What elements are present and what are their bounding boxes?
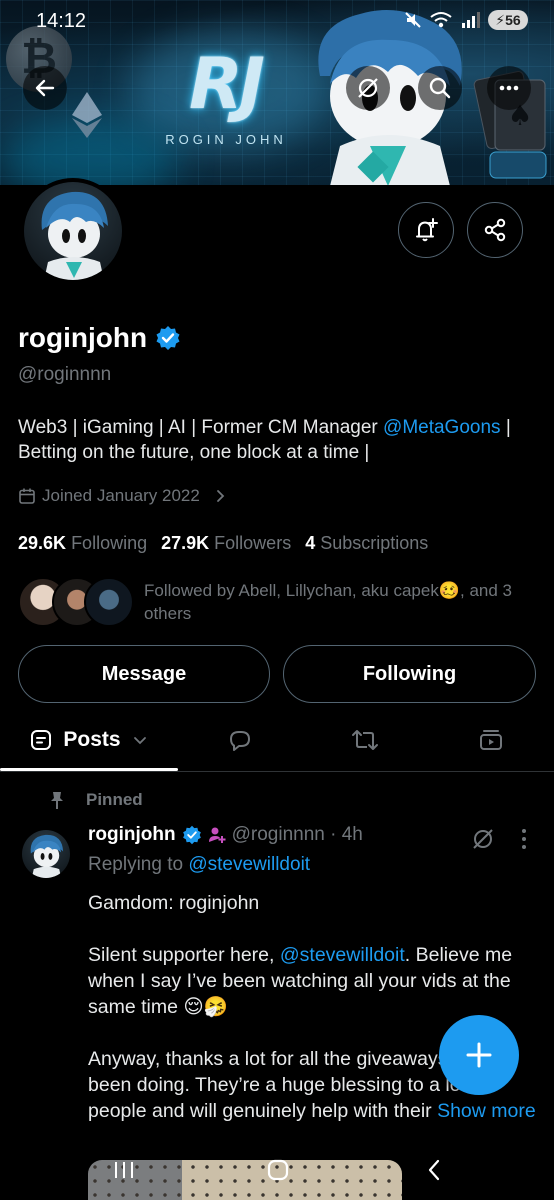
banner-logo-subtitle: ROGIN JOHN (165, 132, 287, 147)
tab-replies[interactable] (178, 712, 302, 768)
profile-stats: 29.6K Following 27.9K Followers 4 Subscr… (18, 533, 428, 554)
follower-avatar (84, 577, 134, 627)
verified-badge-icon (182, 825, 201, 845)
followed-by-text: Followed by Abell, Lillychan, aku capek🥴… (144, 581, 512, 623)
display-name: roginjohn (18, 322, 148, 353)
tabs-divider (0, 771, 554, 772)
message-button[interactable]: Message (18, 645, 270, 703)
back-button[interactable] (23, 66, 67, 110)
reply-icon (230, 731, 250, 751)
compose-post-button[interactable] (439, 1015, 519, 1095)
replying-to-link[interactable]: @stevewilldoit (188, 854, 310, 875)
notifications-button[interactable] (398, 202, 454, 258)
share-button[interactable] (467, 202, 523, 258)
home-icon (267, 1159, 289, 1181)
followers-stat[interactable]: 27.9K Followers (161, 533, 291, 554)
affiliate-icon (208, 827, 226, 843)
media-icon (480, 730, 502, 750)
following-button[interactable]: Following (283, 645, 536, 703)
calendar-icon (19, 488, 35, 504)
recent-apps-icon (115, 1162, 133, 1178)
tab-posts[interactable]: Posts (0, 712, 178, 768)
status-bar: 14:12 ⚡56 (0, 0, 554, 40)
replying-prefix: Replying to (88, 854, 189, 875)
back-arrow-icon (35, 79, 55, 97)
following-stat[interactable]: 29.6K Following (18, 533, 147, 554)
pinned-text: Pinned (86, 790, 143, 809)
bio-text-tail: | (500, 417, 511, 438)
verified-badge-icon (156, 326, 180, 350)
post-author-name[interactable]: roginjohn (88, 824, 176, 846)
more-icon (499, 85, 519, 91)
nav-back-icon (428, 1159, 440, 1181)
joined-date[interactable]: Joined January 2022 (18, 486, 228, 506)
tab-media[interactable] (428, 712, 554, 768)
pinned-label: Pinned (48, 790, 143, 810)
bio-mention-link[interactable]: @MetaGoons (383, 417, 501, 438)
profile-tabs: Posts (0, 712, 554, 772)
hide-button[interactable] (346, 66, 390, 110)
profile-bio: Web3 | iGaming | AI | Former CM Manager … (18, 415, 538, 465)
search-button[interactable] (418, 66, 462, 110)
bio-line-2: Betting on the future, one block at a ti… (18, 442, 370, 463)
repost-icon (352, 730, 378, 750)
chevron-right-icon (216, 490, 225, 502)
avatar (24, 182, 122, 280)
banner-logo: RJ (189, 43, 265, 125)
profile-avatar[interactable] (20, 178, 126, 284)
signal-icon (462, 12, 480, 28)
hide-icon[interactable] (470, 826, 496, 852)
system-navigation-bar (0, 1142, 554, 1200)
mute-icon (405, 12, 421, 28)
subscriptions-stat[interactable]: 4 Subscriptions (305, 533, 428, 554)
tab-reposts[interactable] (302, 712, 428, 768)
ethereum-graphic (72, 92, 102, 138)
plus-icon (466, 1042, 492, 1068)
post-paragraph: Silent supporter here, @stevewilldoit. B… (88, 944, 513, 1018)
bio-text: Web3 | iGaming | AI | Former CM Manager (18, 417, 384, 438)
recent-apps-button[interactable] (104, 1150, 144, 1190)
pin-icon (51, 792, 63, 809)
followed-by[interactable]: Followed by Abell, Lillychan, aku capek🥴… (18, 576, 548, 628)
joined-text: Joined January 2022 (42, 486, 200, 505)
post-paragraph: Gamdom: roginjohn (88, 892, 260, 914)
nav-back-button[interactable] (414, 1150, 454, 1190)
search-icon (429, 77, 451, 99)
show-more-link[interactable]: Show more (437, 1100, 536, 1122)
more-options-button[interactable] (487, 66, 531, 110)
profile-handle: @roginnnn (18, 364, 112, 385)
wifi-icon (430, 12, 452, 28)
share-icon (484, 218, 506, 242)
post-more-icon[interactable] (516, 826, 532, 852)
hide-icon (358, 78, 378, 98)
post-author-avatar[interactable] (22, 830, 70, 878)
notification-add-icon (416, 218, 438, 242)
battery-indicator: ⚡56 (488, 10, 528, 30)
chevron-down-icon (133, 737, 146, 745)
post-author-meta: @roginnnn · 4h (231, 824, 363, 845)
profile-name: roginjohn (18, 322, 181, 354)
tab-posts-label: Posts (63, 728, 121, 751)
post-header: roginjohn @roginnnn · 4h (88, 824, 363, 846)
post-mention-link[interactable]: @stevewilldoit (280, 944, 405, 966)
status-time: 14:12 (36, 10, 87, 32)
posts-tab-icon (31, 730, 52, 750)
home-button[interactable] (258, 1150, 298, 1190)
replying-to: Replying to @stevewilldoit (88, 854, 310, 876)
